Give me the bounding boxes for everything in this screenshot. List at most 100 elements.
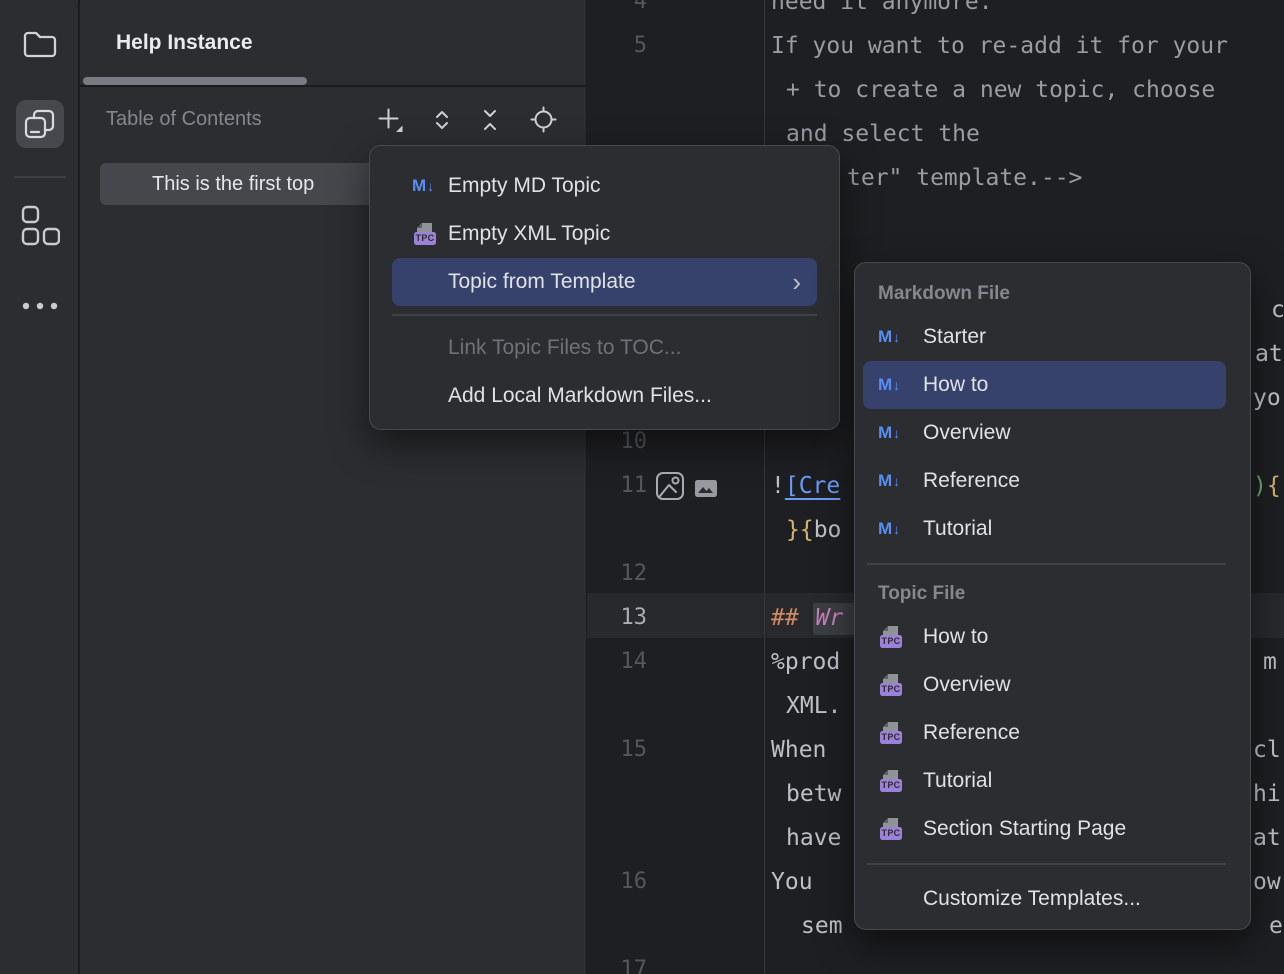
code-fragment: + to create a new topic, choose	[786, 77, 1229, 103]
menu-item-label: Empty XML Topic	[448, 222, 610, 246]
code-fragment: at	[1253, 825, 1281, 851]
icon-spacer	[412, 270, 438, 294]
md-down-arrow: ↓	[893, 377, 900, 393]
menu-item-add-local-markdown-files[interactable]: Add Local Markdown Files...	[392, 372, 817, 420]
menu-item-empty-xml-topic[interactable]: TPC Empty XML Topic	[392, 210, 817, 258]
submenu-item-markdown-file-tutorial[interactable]: M↓Tutorial	[863, 505, 1226, 553]
submenu-item-markdown-file-starter[interactable]: M↓ Starter	[863, 313, 1226, 361]
code-line: If you want to re-add it for your	[771, 31, 1228, 61]
markdown-file-icon-box: M↓	[878, 325, 908, 349]
md-letter: M	[878, 375, 892, 395]
line-number: 16	[587, 867, 647, 897]
menu-item-label: Add Local Markdown Files...	[448, 384, 712, 408]
menu-item-link-topic-files-to-toc[interactable]: Link Topic Files to TOC...	[392, 324, 817, 372]
submenu-item-markdown-file-overview[interactable]: M↓ Overview	[863, 409, 1226, 457]
markdown-file-icon-box: M↓	[412, 174, 438, 198]
menu-item-label: Link Topic Files to TOC...	[448, 336, 681, 360]
submenu-item-label: How to	[923, 373, 988, 397]
md-letter: M	[878, 471, 892, 491]
code-fragment: need it anymore.	[771, 0, 993, 15]
code-line: hi	[1253, 779, 1281, 809]
code-line: at	[1253, 823, 1281, 853]
submenu-item-label: Starter	[923, 325, 986, 349]
topic-file-icon-box: TPC	[878, 673, 908, 697]
markdown-file-icon-box: M↓	[878, 469, 908, 493]
structure-tool-button[interactable]	[16, 202, 64, 250]
code-fragment: e	[1269, 913, 1283, 939]
toc-section-title: Table of Contents	[106, 108, 262, 131]
code-fragment: ter" template.-->	[847, 165, 1082, 191]
code-fragment: ow	[1253, 869, 1281, 895]
project-folder-button[interactable]	[16, 20, 64, 68]
submenu-item-label: How to	[923, 625, 988, 649]
line-number: 12	[587, 559, 647, 589]
submenu-item-topic-file-overview[interactable]: TPC Overview	[863, 661, 1226, 709]
markdown-file-icon: M↓	[878, 327, 900, 347]
topic-page-fold	[883, 626, 888, 631]
code-fragment: !	[771, 473, 785, 499]
markdown-file-icon-box: M↓	[878, 421, 908, 445]
md-down-arrow: ↓	[427, 178, 434, 194]
code-line: + to create a new topic, choose	[786, 75, 1229, 105]
tool-window-title[interactable]: Help Instance	[116, 31, 253, 55]
code-line: ## Wr	[771, 603, 857, 633]
code-line: When	[771, 735, 840, 765]
submenu-item-customize-templates[interactable]: Customize Templates...	[863, 875, 1226, 923]
menu-separator	[867, 863, 1226, 865]
menu-separator	[392, 314, 817, 316]
image-outline-icon[interactable]	[655, 471, 685, 506]
submenu-item-markdown-file-how-to[interactable]: M↓ How to	[863, 361, 1226, 409]
code-line: c	[1271, 295, 1284, 325]
toc-item-first-topic[interactable]: This is the first top	[100, 163, 390, 205]
submenu-item-label: Overview	[923, 421, 1011, 445]
line-number: 5	[587, 31, 647, 61]
topic-page-fold	[883, 674, 888, 679]
md-down-arrow: ↓	[893, 329, 900, 345]
image-thumbnail-icon[interactable]	[694, 476, 718, 505]
submenu-item-label: Overview	[923, 673, 1011, 697]
submenu-item-topic-file-tutorial[interactable]: TPCTutorial	[863, 757, 1226, 805]
topic-badge: TPC	[880, 635, 902, 648]
submenu-item-markdown-file-reference[interactable]: M↓Reference	[863, 457, 1226, 505]
code-line: ![Cre	[771, 471, 840, 501]
code-line: e	[1269, 911, 1283, 941]
instances-icon	[22, 106, 58, 142]
code-fragment: cl	[1253, 737, 1281, 763]
code-line: yo	[1253, 383, 1281, 413]
menu-item-empty-md-topic[interactable]: M↓Empty MD Topic	[392, 162, 817, 210]
code-fragment: and select the	[786, 121, 980, 147]
code-fragment: [Cre	[785, 473, 840, 499]
line-number: 17	[587, 955, 647, 974]
code-fragment: hi	[1253, 781, 1281, 807]
icon-spacer	[412, 384, 438, 408]
help-instances-button[interactable]	[16, 100, 64, 148]
code-line: need it anymore.	[771, 0, 993, 17]
active-tab-indicator	[83, 77, 307, 85]
submenu-item-topic-file-section-starting-page[interactable]: TPCSection Starting Page	[863, 805, 1226, 853]
code-line: m	[1263, 647, 1277, 677]
topic-file-icon: TPC	[412, 222, 438, 246]
locate-selection-button[interactable]	[528, 106, 558, 136]
structure-icon	[20, 205, 60, 247]
code-line: betw	[786, 779, 841, 809]
menu-item-topic-from-template[interactable]: Topic from Template›	[392, 258, 817, 306]
code-fragment: }{	[786, 517, 814, 543]
submenu-item-label: Reference	[923, 721, 1020, 745]
code-line: ter" template.-->	[847, 163, 1082, 193]
code-fragment: You	[771, 869, 826, 895]
expand-all-button[interactable]	[427, 106, 457, 136]
submenu-item-topic-file-how-to[interactable]: TPC How to	[863, 613, 1226, 661]
markdown-file-icon: M↓	[878, 375, 900, 395]
code-fragment: c	[1271, 297, 1284, 323]
more-tools-button[interactable]	[16, 282, 64, 330]
code-line: sem	[801, 911, 843, 941]
add-topic-button[interactable]	[374, 106, 404, 136]
line-number: 4	[587, 0, 647, 17]
collapse-all-button[interactable]	[475, 106, 505, 136]
submenu-item-topic-file-reference[interactable]: TPCReference	[863, 709, 1226, 757]
topic-file-icon: TPC	[878, 625, 904, 649]
code-fragment: XML.	[786, 693, 841, 719]
topic-file-icon-box: TPC	[878, 769, 908, 793]
md-down-arrow: ↓	[893, 521, 900, 537]
code-line: You	[771, 867, 826, 897]
